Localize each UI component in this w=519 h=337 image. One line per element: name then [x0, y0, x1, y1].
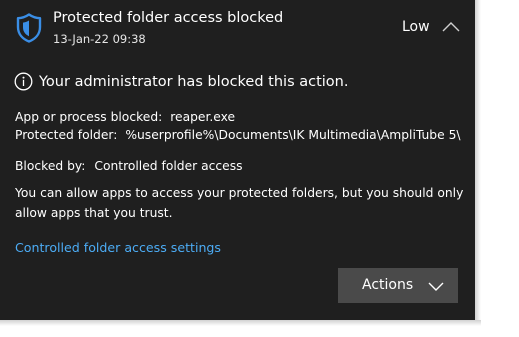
chevron-down-icon	[428, 282, 444, 291]
card-shadow-bottom	[0, 320, 481, 326]
blocked-by-row: Blocked by: Controlled folder access	[15, 159, 243, 173]
message-text: Your administrator has blocked this acti…	[39, 73, 349, 90]
severity-label: Low	[402, 19, 430, 35]
advice-text: You can allow apps to access your protec…	[15, 186, 464, 220]
protected-folder-value: %userprofile%\Documents\IK Multimedia\Am…	[125, 128, 461, 142]
shield-icon	[16, 13, 42, 43]
notification-timestamp: 13-Jan-22 09:38	[53, 32, 146, 46]
protected-folder-row: Protected folder: %userprofile%\Document…	[15, 128, 461, 142]
card-shadow-right	[475, 0, 481, 320]
settings-link[interactable]: Controlled folder access settings	[15, 240, 221, 255]
actions-button[interactable]: Actions	[338, 268, 458, 303]
app-blocked-label: App or process blocked:	[15, 110, 163, 124]
app-blocked-value: reaper.exe	[170, 110, 236, 124]
notification-card: Protected folder access blocked 13-Jan-2…	[0, 0, 475, 320]
blocked-by-label: Blocked by:	[15, 159, 86, 173]
collapse-button[interactable]	[440, 17, 462, 37]
message-row: Your administrator has blocked this acti…	[14, 72, 348, 91]
info-icon	[14, 72, 33, 91]
notification-title: Protected folder access blocked	[53, 10, 284, 26]
protected-folder-label: Protected folder:	[15, 128, 118, 142]
app-blocked-row: App or process blocked: reaper.exe	[15, 110, 235, 124]
chevron-up-icon	[442, 22, 460, 32]
actions-label: Actions	[362, 277, 414, 293]
blocked-by-value: Controlled folder access	[94, 159, 243, 173]
